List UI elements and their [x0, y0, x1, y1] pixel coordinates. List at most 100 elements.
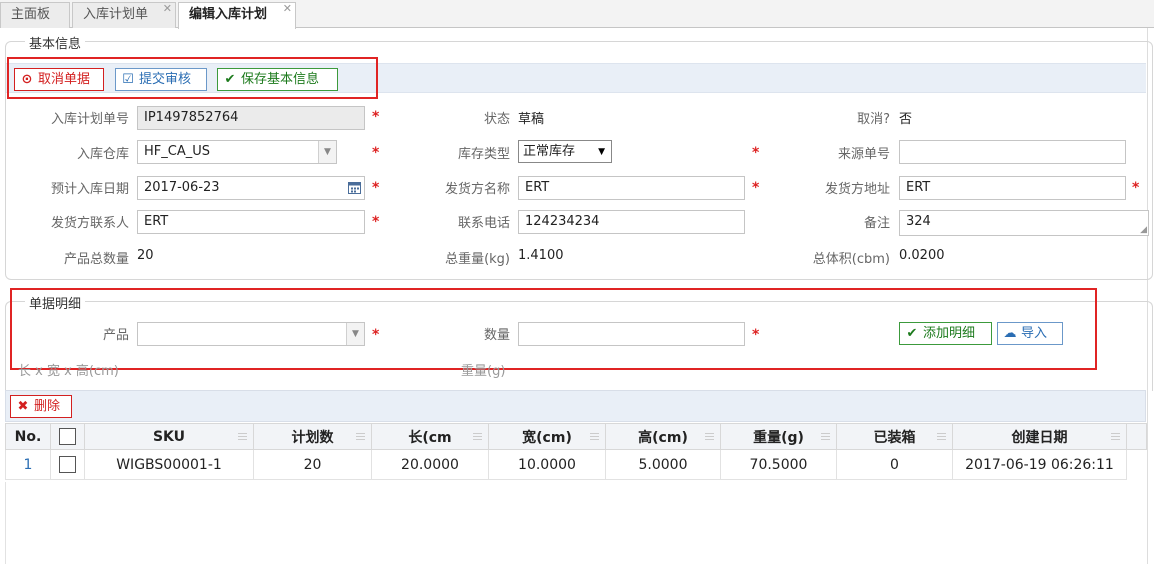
eta-label: 预计入库日期	[50, 182, 129, 197]
submit-review-button[interactable]: ☑ 提交审核	[115, 68, 207, 91]
column-menu-icon[interactable]	[473, 433, 482, 440]
required-mark: *	[752, 145, 760, 161]
cell-height: 5.0000	[605, 449, 721, 480]
remark-textarea[interactable]: 324 ◢	[899, 210, 1149, 236]
column-menu-icon[interactable]	[356, 433, 365, 440]
cloud-upload-icon: ☁	[1003, 326, 1017, 341]
shipper-name-field[interactable]: ERT	[518, 176, 745, 200]
total-weight-label: 总重量(kg)	[445, 252, 510, 267]
column-header-spacer	[1126, 423, 1147, 450]
product-label: 产品	[102, 328, 129, 343]
chevron-down-icon[interactable]: ▼	[318, 141, 336, 163]
required-mark: *	[372, 214, 380, 230]
stock-type-value: 正常库存	[523, 144, 576, 159]
column-header-select[interactable]	[50, 423, 85, 450]
status-value: 草稿	[518, 112, 545, 127]
column-header-boxed[interactable]: 已装箱	[836, 423, 953, 450]
column-header-height[interactable]: 高(cm)	[605, 423, 721, 450]
total-qty-label: 产品总数量	[63, 252, 129, 267]
required-mark: *	[372, 145, 380, 161]
cell-sku: WIGBS00001-1	[84, 449, 254, 480]
eta-date-field[interactable]: 2017-06-23	[137, 176, 365, 200]
select-all-checkbox[interactable]	[59, 428, 76, 445]
stock-type-label: 库存类型	[457, 147, 510, 162]
total-volume-value: 0.0200	[899, 248, 945, 263]
phone-field[interactable]: 124234234	[518, 210, 745, 234]
import-button[interactable]: ☁ 导入	[997, 322, 1063, 345]
column-menu-icon[interactable]	[1111, 433, 1120, 440]
qty-label: 数量	[483, 328, 510, 343]
plan-no-label: 入库计划单号	[50, 112, 129, 127]
stock-type-select[interactable]: 正常库存 ▼	[518, 140, 612, 163]
cell-select[interactable]	[50, 449, 85, 480]
cancel-order-button[interactable]: ⊙ 取消单据	[14, 68, 104, 91]
delete-button[interactable]: ✖ 删除	[10, 395, 72, 418]
column-menu-icon[interactable]	[238, 433, 247, 440]
tab-inbound-plan-list[interactable]: 入库计划单 ✕	[72, 2, 176, 28]
column-menu-icon[interactable]	[705, 433, 714, 440]
cell-created: 2017-06-19 06:26:11	[952, 449, 1127, 480]
tab-bar: 主面板 入库计划单 ✕ 编辑入库计划 ✕	[0, 0, 1154, 29]
resize-handle-icon[interactable]: ◢	[1140, 226, 1147, 235]
table-row[interactable]: 1 WIGBS00001-1 20 20.0000 10.0000 5.0000…	[5, 449, 1147, 480]
column-menu-icon[interactable]	[937, 433, 946, 440]
close-icon[interactable]: ✕	[163, 0, 172, 21]
cell-plan-qty: 20	[253, 449, 372, 480]
required-mark: *	[1132, 180, 1140, 196]
chevron-down-icon[interactable]: ▼	[346, 323, 364, 345]
table-header-row: No. SKU 计划数 长(cm 宽(cm) 高(cm) 重量(g) 已装箱 创…	[5, 423, 1147, 450]
contact-field[interactable]: ERT	[137, 210, 365, 234]
warehouse-combo[interactable]: HF_CA_US ▼	[137, 140, 337, 164]
row-checkbox[interactable]	[59, 456, 76, 473]
check-square-icon: ☑	[122, 72, 134, 87]
grid-toolbar	[5, 390, 1146, 422]
stop-circle-icon: ⊙	[21, 72, 33, 87]
column-menu-icon[interactable]	[821, 433, 830, 440]
remark-label: 备注	[863, 216, 890, 231]
cell-no: 1	[5, 449, 51, 480]
add-detail-button[interactable]: ✔ 添加明细	[899, 322, 992, 345]
column-header-created[interactable]: 创建日期	[952, 423, 1127, 450]
grid-left-border	[5, 482, 6, 564]
total-volume-label: 总体积(cbm)	[812, 252, 890, 267]
cell-spacer	[1127, 450, 1147, 480]
cancelled-value: 否	[899, 112, 913, 127]
weight-label: 重量(g)	[461, 364, 506, 379]
required-mark: *	[752, 327, 760, 343]
check-icon: ✔	[906, 326, 918, 341]
column-header-plan-qty[interactable]: 计划数	[253, 423, 372, 450]
column-menu-icon[interactable]	[590, 433, 599, 440]
close-icon[interactable]: ✕	[283, 0, 292, 21]
shipper-address-label: 发货方地址	[824, 182, 890, 197]
tab-edit-inbound-plan[interactable]: 编辑入库计划 ✕	[178, 2, 296, 29]
calendar-icon[interactable]	[348, 181, 361, 194]
required-mark: *	[752, 180, 760, 196]
source-no-field[interactable]	[899, 140, 1126, 164]
contact-label: 发货方联系人	[50, 216, 129, 231]
shipper-address-field[interactable]: ERT	[899, 176, 1126, 200]
shipper-name-label: 发货方名称	[444, 182, 510, 197]
source-no-label: 来源单号	[837, 147, 890, 162]
plan-no-field[interactable]: IP1497852764	[137, 106, 365, 130]
column-header-no[interactable]: No.	[5, 423, 51, 450]
save-basic-info-button[interactable]: ✔ 保存基本信息	[217, 68, 338, 91]
cell-weight: 70.5000	[720, 449, 837, 480]
column-header-length[interactable]: 长(cm	[371, 423, 489, 450]
dims-label: 长 x 宽 x 高(cm)	[18, 364, 119, 379]
column-header-sku[interactable]: SKU	[84, 423, 254, 450]
cell-length: 20.0000	[371, 449, 489, 480]
chevron-down-icon: ▼	[598, 147, 605, 157]
tab-dashboard[interactable]: 主面板	[0, 2, 70, 28]
column-header-weight[interactable]: 重量(g)	[720, 423, 837, 450]
eta-value: 2017-06-23	[144, 180, 220, 195]
cancelled-label: 取消?	[857, 112, 890, 127]
warehouse-label: 入库仓库	[76, 147, 129, 162]
qty-field[interactable]	[518, 322, 745, 346]
column-header-width[interactable]: 宽(cm)	[488, 423, 606, 450]
basic-info-legend: 基本信息	[25, 33, 86, 52]
total-qty-value: 20	[137, 248, 154, 263]
detail-table: No. SKU 计划数 长(cm 宽(cm) 高(cm) 重量(g) 已装箱 创…	[5, 423, 1147, 480]
warehouse-value: HF_CA_US	[144, 144, 210, 159]
cell-boxed: 0	[836, 449, 953, 480]
product-combo[interactable]: ▼	[137, 322, 365, 346]
